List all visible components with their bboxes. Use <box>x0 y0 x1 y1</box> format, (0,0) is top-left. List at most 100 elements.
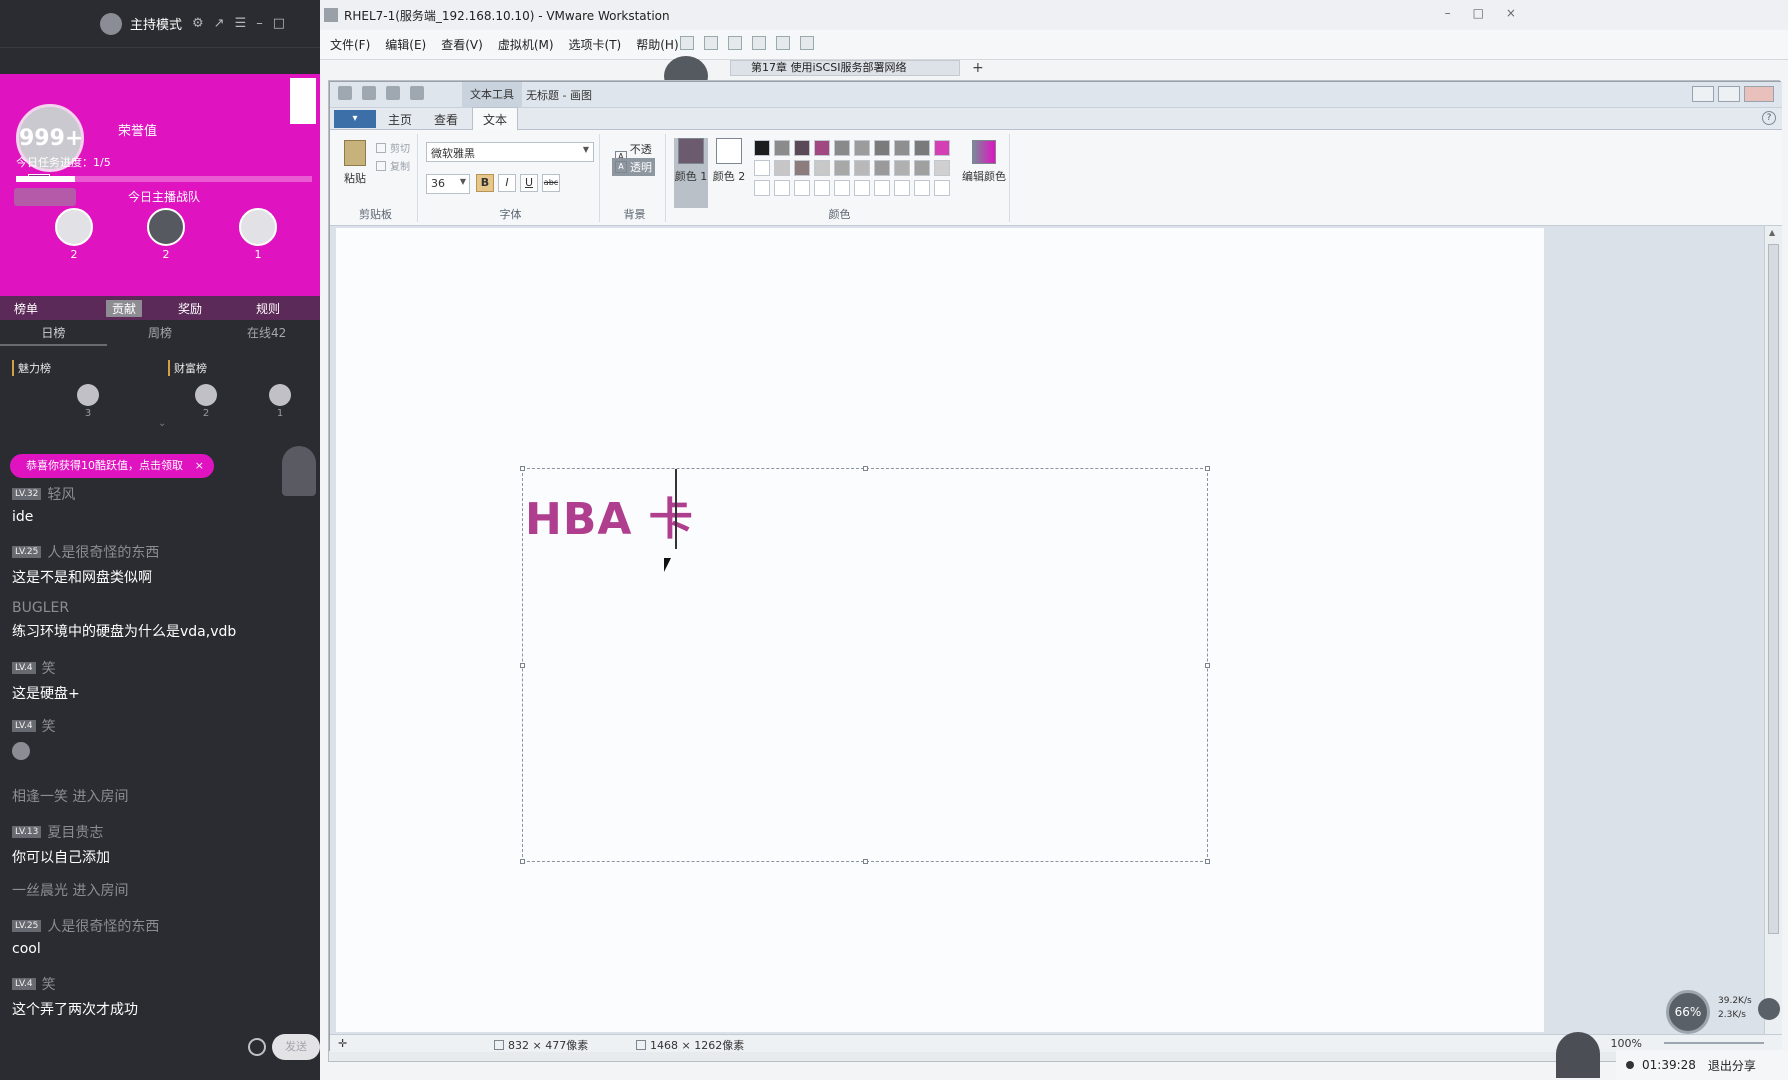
resize-handle[interactable] <box>520 859 525 864</box>
menu-file[interactable]: 文件(F) <box>330 36 370 53</box>
menu-help[interactable]: 帮助(H) <box>636 36 678 53</box>
chevron-down-icon[interactable]: ⌄ <box>158 418 166 429</box>
strikethrough-button[interactable]: abc <box>542 174 560 192</box>
scroll-thumb[interactable] <box>1768 244 1779 934</box>
snapshot-icon[interactable] <box>704 36 718 50</box>
menu-icon[interactable]: ☰ <box>235 16 247 31</box>
palette-swatch[interactable] <box>794 160 810 176</box>
team-share-pill[interactable] <box>14 188 76 206</box>
palette-swatch[interactable] <box>834 140 850 156</box>
unity-icon[interactable] <box>800 36 814 50</box>
team-member[interactable]: 2 <box>147 208 185 261</box>
tab-view[interactable]: 查看 <box>434 111 458 128</box>
tab-weekly[interactable]: 周榜 <box>107 320 214 346</box>
window-controls[interactable]: –□× <box>1445 6 1538 20</box>
maximize-icon[interactable]: □ <box>273 16 285 31</box>
bonus-notice[interactable]: 恭喜你获得10酷跃值，点击领取 × <box>10 454 214 478</box>
revert-icon[interactable] <box>728 36 742 50</box>
paint-menu-button[interactable]: ▾ <box>334 110 376 128</box>
palette-swatch[interactable] <box>934 180 950 196</box>
network-widget[interactable]: 66% 39.2K/s 2.3K/s <box>1666 990 1782 1034</box>
send-button[interactable]: 发送 <box>272 1034 320 1060</box>
undo-icon[interactable] <box>386 86 400 100</box>
menu-vm[interactable]: 虚拟机(M) <box>498 36 554 53</box>
palette-swatch[interactable] <box>834 160 850 176</box>
palette-swatch[interactable] <box>774 140 790 156</box>
palette-swatch[interactable] <box>794 140 810 156</box>
honor-label[interactable]: 荣誉值 <box>118 120 157 139</box>
palette-swatch[interactable] <box>754 180 770 196</box>
palette-swatch[interactable] <box>874 180 890 196</box>
charm-board-label[interactable]: 魅力榜 <box>12 360 51 376</box>
palette-swatch[interactable] <box>854 180 870 196</box>
underline-button[interactable]: U <box>520 174 538 192</box>
resize-handle[interactable] <box>1205 663 1210 668</box>
chat-user[interactable]: 笑 <box>42 974 56 994</box>
fullscreen-icon[interactable] <box>776 36 790 50</box>
chat-user[interactable]: 轻风 <box>47 484 75 504</box>
drawing-canvas[interactable]: HBA 卡 <box>336 228 1544 1032</box>
color2-button[interactable]: 颜色 2 <box>712 138 746 184</box>
palette-swatch[interactable] <box>774 160 790 176</box>
cut-button[interactable]: 剪切 <box>376 140 410 155</box>
add-tab-icon[interactable]: + <box>972 60 984 76</box>
chat-user[interactable]: 人是很奇怪的东西 <box>47 542 159 562</box>
color1-button[interactable]: 颜色 1 <box>674 138 708 208</box>
minimize-icon[interactable]: – <box>256 16 263 31</box>
palette-swatch[interactable] <box>854 140 870 156</box>
palette-swatch[interactable] <box>834 180 850 196</box>
emoji-picker-icon[interactable] <box>248 1038 266 1056</box>
palette-swatch[interactable] <box>894 180 910 196</box>
copy-button[interactable]: 复制 <box>376 158 410 173</box>
resize-handle[interactable] <box>863 859 868 864</box>
palette-swatch[interactable] <box>914 140 930 156</box>
transparent-option[interactable]: A 透明 <box>612 158 655 176</box>
palette-swatch[interactable] <box>754 140 770 156</box>
zoom-slider[interactable] <box>1664 1042 1764 1044</box>
chat-user[interactable]: BUGLER <box>12 600 69 616</box>
resize-handle[interactable] <box>1205 466 1210 471</box>
action-reward[interactable]: 奖励 <box>178 300 202 317</box>
font-size-select[interactable]: 36 ▼ <box>426 174 470 194</box>
tab-text[interactable]: 文本 <box>472 107 519 131</box>
resize-handle[interactable] <box>520 663 525 668</box>
wealth-board-label[interactable]: 财富榜 <box>168 360 207 376</box>
close-icon[interactable]: × <box>195 454 204 478</box>
board-user[interactable]: 2 <box>194 384 218 419</box>
palette-swatch[interactable] <box>874 160 890 176</box>
redo-icon[interactable] <box>410 86 424 100</box>
action-rules[interactable]: 规则 <box>256 300 280 317</box>
help-icon[interactable]: ? <box>1762 111 1776 125</box>
chat-user[interactable]: 人是很奇怪的东西 <box>47 916 159 936</box>
resize-handle[interactable] <box>1205 859 1210 864</box>
popout-icon[interactable]: ↗ <box>214 16 225 31</box>
manage-icon[interactable] <box>752 36 766 50</box>
palette-swatch[interactable] <box>814 160 830 176</box>
action-contribution[interactable]: 贡献 <box>106 299 143 317</box>
palette-swatch[interactable] <box>814 180 830 196</box>
team-member[interactable]: 2 <box>55 208 93 261</box>
chat-user[interactable]: 笑 <box>42 716 56 736</box>
canvas-text[interactable]: HBA 卡 <box>525 483 694 547</box>
menu-tabs[interactable]: 选项卡(T) <box>569 36 622 53</box>
menu-view[interactable]: 查看(V) <box>441 36 483 53</box>
chat-user[interactable]: 笑 <box>42 658 56 678</box>
italic-button[interactable]: I <box>498 174 516 192</box>
board-user[interactable]: 3 <box>76 384 100 419</box>
tab-home[interactable]: 主页 <box>388 111 412 128</box>
team-member[interactable]: 1 <box>239 208 277 261</box>
palette-swatch[interactable] <box>934 160 950 176</box>
tab-online[interactable]: 在线42 <box>213 320 320 346</box>
text-box[interactable]: HBA 卡 <box>520 466 1210 864</box>
palette-swatch[interactable] <box>894 140 910 156</box>
paste-button[interactable]: 粘贴 <box>340 140 370 186</box>
power-icon[interactable] <box>680 36 694 50</box>
palette-swatch[interactable] <box>914 180 930 196</box>
palette-swatch[interactable] <box>874 140 890 156</box>
palette-swatch[interactable] <box>794 180 810 196</box>
minimize-icon[interactable] <box>1692 86 1714 102</box>
menu-edit[interactable]: 编辑(E) <box>385 36 426 53</box>
settings-icon[interactable]: ⚙ <box>192 16 204 31</box>
boost-icon[interactable] <box>1758 998 1780 1020</box>
maximize-icon[interactable] <box>1718 86 1740 102</box>
